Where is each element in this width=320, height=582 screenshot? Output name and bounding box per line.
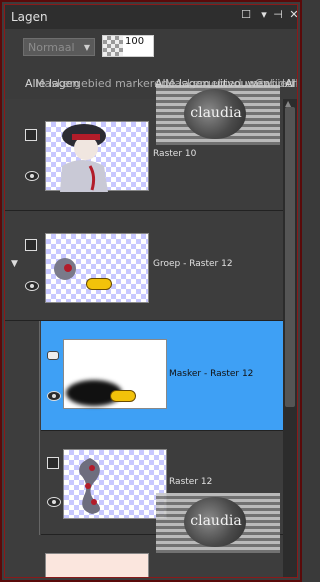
pin-icon[interactable]: ⊣	[271, 8, 285, 22]
layers-scrollbar[interactable]: ▲	[283, 99, 297, 577]
layer-thumbnail	[45, 553, 149, 577]
figure-detail-image	[79, 458, 100, 514]
layers-panel-frame: Lagen ☐ ▾ ⊣ ✕ Normaal ▼ 100 Alle lagen M…	[0, 0, 302, 582]
layer-thumbnail	[45, 233, 149, 303]
restore-icon[interactable]: ☐	[239, 8, 253, 22]
layer-name[interactable]: Raster 12	[169, 477, 212, 487]
scrollbar-thumb[interactable]	[285, 107, 295, 407]
action-label-mark-mask[interactable]: Maskergebied markeren	[35, 77, 168, 90]
group-layer-icon	[25, 239, 37, 251]
pointing-hand-icon	[110, 390, 136, 402]
opacity-field[interactable]: 100	[102, 35, 154, 57]
visibility-eye-icon[interactable]	[25, 171, 39, 181]
visibility-eye-icon[interactable]	[25, 281, 39, 291]
figure-detail-image	[54, 258, 76, 280]
layers-panel: Lagen ☐ ▾ ⊣ ✕ Normaal ▼ 100 Alle lagen M…	[4, 4, 298, 578]
layer-name[interactable]: Groep - Raster 12	[153, 259, 233, 269]
visibility-eye-icon[interactable]	[47, 497, 61, 507]
action-label-merge-layers[interactable]: Alle lagen samenvoegen	[285, 77, 297, 90]
chevron-down-icon: ▼	[83, 43, 90, 52]
pointing-hand-icon	[86, 278, 112, 290]
layer-row-mask-raster-12[interactable]: Masker - Raster 12	[41, 321, 283, 431]
watermark-text: claudia	[190, 513, 242, 529]
layer-thumbnail	[45, 121, 149, 192]
watermark-logo: claudia	[156, 493, 280, 553]
raster-layer-icon	[25, 129, 37, 141]
mask-layer-icon	[47, 351, 59, 360]
panel-title: Lagen	[11, 10, 48, 24]
mask-thumbnail	[63, 339, 167, 409]
close-icon[interactable]: ✕	[287, 8, 297, 22]
layer-name[interactable]: Masker - Raster 12	[169, 369, 253, 379]
visibility-eye-icon[interactable]	[47, 391, 61, 401]
panel-titlebar: Lagen ☐ ▾ ⊣ ✕	[5, 5, 297, 29]
collapse-triangle-icon[interactable]: ▼	[11, 259, 18, 269]
layer-thumbnail	[63, 449, 167, 519]
woman-figure-image	[60, 124, 108, 192]
watermark-logo: claudia	[156, 85, 280, 145]
watermark-text: claudia	[190, 105, 242, 121]
blend-mode-value: Normaal	[28, 41, 75, 54]
raster-layer-icon	[47, 457, 59, 469]
group-indent-guide	[39, 321, 40, 535]
opacity-value: 100	[123, 36, 153, 56]
layer-name[interactable]: Raster 10	[153, 149, 196, 159]
layer-row-group-raster-12[interactable]: ▼ Groep - Raster 12	[5, 211, 283, 321]
layer-toolbar: Normaal ▼ 100	[5, 29, 297, 63]
blend-mode-dropdown[interactable]: Normaal ▼	[23, 38, 95, 56]
dropdown-icon[interactable]: ▾	[257, 8, 271, 22]
